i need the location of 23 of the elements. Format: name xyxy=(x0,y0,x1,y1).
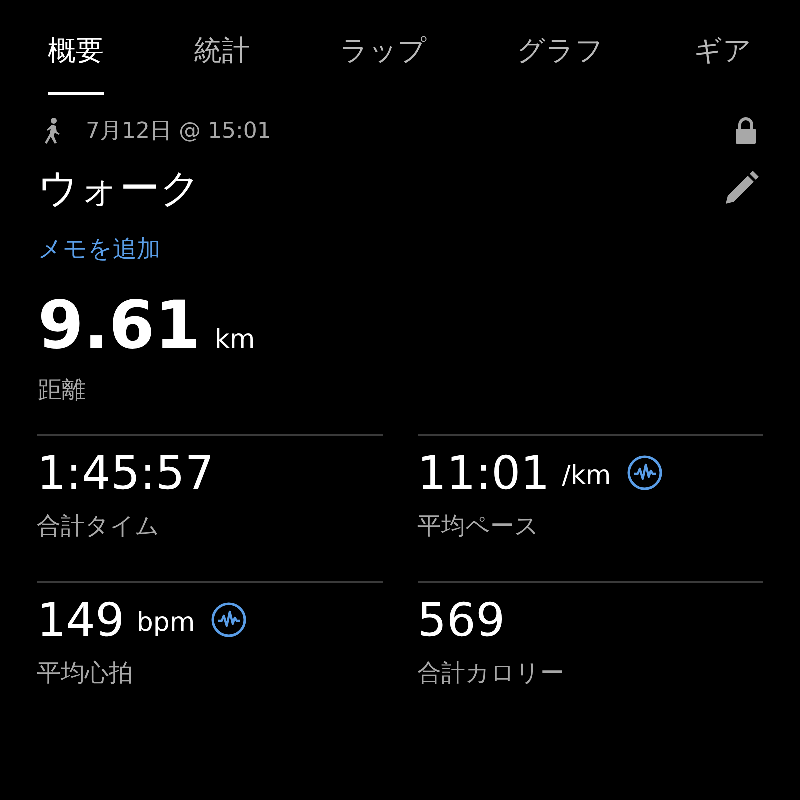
tab[interactable]: ギア xyxy=(694,30,752,95)
stat-value: 11:01 xyxy=(418,450,550,496)
stat-unit: bpm xyxy=(136,607,196,640)
tab[interactable]: グラフ xyxy=(517,30,604,95)
tab[interactable]: 統計 xyxy=(194,30,250,95)
heart-rate-icon[interactable] xyxy=(211,602,248,638)
stat-label: 合計カロリー xyxy=(418,659,564,687)
stat-value: 149 xyxy=(37,597,125,643)
distance-unit: km xyxy=(214,324,256,357)
distance-value: 9.61 xyxy=(38,293,201,359)
activity-date: 7月12日 @ 15:01 xyxy=(86,118,272,146)
stat-label: 平均ペース xyxy=(418,512,540,540)
stat-value: 569 xyxy=(418,597,506,643)
add-note-link[interactable]: メモを追加 xyxy=(38,235,161,263)
tab[interactable]: ラップ xyxy=(340,30,427,95)
stat-label: 合計タイム xyxy=(37,512,160,540)
stat-label: 平均心拍 xyxy=(37,659,133,687)
stat-value: 1:45:57 xyxy=(37,450,214,496)
tab[interactable]: 概要 xyxy=(48,30,104,95)
stat-unit: /km xyxy=(562,460,612,493)
distance-label: 距離 xyxy=(38,376,86,404)
activity-title: ウォーク xyxy=(38,169,201,209)
heart-rate-icon[interactable] xyxy=(627,455,664,491)
